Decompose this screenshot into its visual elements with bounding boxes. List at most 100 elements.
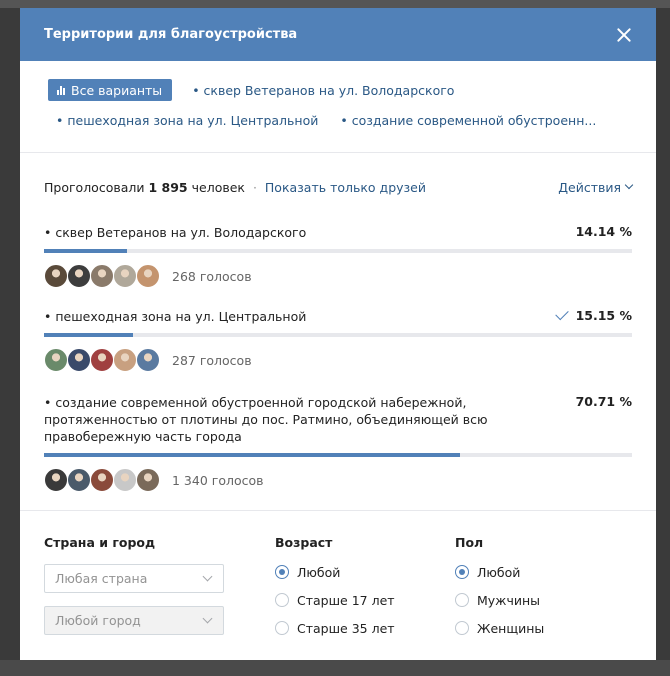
answer-head: • пешеходная зона на ул. Центральной 15.… (44, 306, 632, 325)
answer-percent: 70.71 % (576, 394, 632, 409)
answer-text: • сквер Ветеранов на ул. Володарского (44, 225, 307, 240)
answer-filter-row-2: • пешеходная зона на ул. Центральной • с… (48, 109, 632, 131)
chevron-down-icon (202, 613, 213, 624)
voter-avatars[interactable] (44, 468, 160, 492)
radio-icon[interactable] (275, 593, 289, 607)
votes-count[interactable]: 1 340 голосов (172, 473, 264, 488)
voted-summary: Проголосовали 1 895 человек · Показать т… (44, 180, 426, 195)
location-filter-title: Страна и город (44, 535, 156, 550)
background-strip-bottom (0, 660, 670, 676)
actions-label: Действия (558, 179, 621, 195)
close-icon[interactable] (616, 27, 632, 43)
voter-filters: Страна и город Любая страна Любой город … (20, 511, 656, 648)
sex-option-female[interactable]: Женщины (455, 620, 615, 636)
sex-option-male[interactable]: Мужчины (455, 592, 615, 608)
avatar[interactable] (67, 264, 91, 288)
age-option-any[interactable]: Любой (275, 564, 455, 580)
voted-count: 1 895 (148, 179, 188, 195)
show-friends-link[interactable]: Показать только друзей (265, 180, 426, 195)
country-select[interactable]: Любая страна (44, 564, 224, 593)
answer-filter-block: Все варианты • сквер Ветеранов на ул. Во… (20, 61, 656, 153)
radio-icon[interactable] (455, 621, 469, 635)
voted-suffix: человек (191, 179, 245, 195)
age-option-label: Любой (297, 564, 341, 580)
age-filter: Возраст Любой Старше 17 лет Старше 35 ле… (275, 535, 455, 648)
radio-icon[interactable] (275, 621, 289, 635)
answer-head: • сквер Ветеранов на ул. Володарского 14… (44, 224, 632, 241)
answer-percent-label: 70.71 % (575, 394, 632, 409)
answer-percent: 14.14 % (576, 224, 632, 239)
location-filter: Страна и город Любая страна Любой город (44, 535, 275, 648)
actions-dropdown[interactable]: Действия (558, 179, 634, 195)
avatar[interactable] (44, 264, 68, 288)
avatar[interactable] (113, 348, 137, 372)
answer-item: • создание современной обустроенной горо… (44, 394, 632, 492)
answer-progress-bar (44, 333, 632, 337)
chevron-down-icon (624, 180, 634, 190)
age-option-label: Старше 35 лет (297, 620, 395, 636)
city-select-value: Любой город (55, 613, 141, 628)
age-option-label: Старше 17 лет (297, 592, 395, 608)
avatar[interactable] (67, 468, 91, 492)
avatar[interactable] (90, 264, 114, 288)
avatar[interactable] (136, 468, 160, 492)
answer-item: • сквер Ветеранов на ул. Володарского 14… (44, 224, 632, 288)
answer-voters: 287 голосов (44, 348, 632, 372)
answer-head: • создание современной обустроенной горо… (44, 394, 632, 445)
voted-prefix: Проголосовали (44, 179, 145, 195)
sex-option-label: Женщины (477, 620, 545, 636)
avatar[interactable] (113, 468, 137, 492)
answer-filter-link-2[interactable]: • пешеходная зона на ул. Центральной (56, 113, 318, 128)
voter-avatars[interactable] (44, 348, 160, 372)
votes-count[interactable]: 268 голосов (172, 269, 252, 284)
sex-option-label: Любой (477, 564, 521, 580)
avatar[interactable] (113, 264, 137, 288)
answer-progress-fill (44, 249, 128, 253)
answer-progress-fill (44, 333, 134, 337)
background-strip-top (0, 0, 670, 8)
avatar[interactable] (44, 468, 68, 492)
chevron-down-icon (202, 571, 213, 582)
answer-percent-label: 14.14 % (575, 224, 632, 239)
sex-filter: Пол Любой Мужчины Женщины (455, 535, 615, 648)
answer-percent-label: 15.15 % (575, 308, 632, 323)
modal-header: Территории для благоустройства (20, 8, 656, 61)
radio-icon[interactable] (455, 565, 469, 579)
all-variants-label: Все варианты (71, 82, 163, 98)
avatar[interactable] (44, 348, 68, 372)
all-variants-button[interactable]: Все варианты (48, 79, 173, 101)
voter-avatars[interactable] (44, 264, 160, 288)
answer-progress-fill (44, 453, 460, 457)
answer-percent: 15.15 % (554, 306, 632, 323)
bar-chart-icon (57, 85, 65, 95)
avatar[interactable] (90, 348, 114, 372)
sex-filter-title: Пол (455, 535, 484, 550)
poll-results: Проголосовали 1 895 человек · Показать т… (20, 153, 656, 511)
age-option-35[interactable]: Старше 35 лет (275, 620, 455, 636)
avatar[interactable] (136, 264, 160, 288)
answer-item: • пешеходная зона на ул. Центральной 15.… (44, 306, 632, 372)
answer-progress-bar (44, 249, 632, 253)
avatar[interactable] (136, 348, 160, 372)
answer-progress-bar (44, 453, 632, 457)
sex-option-any[interactable]: Любой (455, 564, 615, 580)
check-icon (554, 306, 569, 321)
answer-filter-link-1[interactable]: • сквер Ветеранов на ул. Володарского (192, 83, 454, 98)
poll-summary: Проголосовали 1 895 человек · Показать т… (44, 179, 634, 195)
age-option-17[interactable]: Старше 17 лет (275, 592, 455, 608)
radio-icon[interactable] (455, 593, 469, 607)
answer-filter-row-1: Все варианты • сквер Ветеранов на ул. Во… (48, 79, 632, 101)
avatar[interactable] (67, 348, 91, 372)
age-filter-title: Возраст (275, 535, 333, 550)
poll-results-modal: Территории для благоустройства Все вариа… (20, 8, 656, 660)
radio-icon[interactable] (275, 565, 289, 579)
country-select-value: Любая страна (55, 571, 148, 586)
votes-count[interactable]: 287 голосов (172, 353, 252, 368)
city-select[interactable]: Любой город (44, 606, 224, 635)
answer-filter-link-3[interactable]: • создание современной обустроенн... (340, 113, 596, 128)
avatar[interactable] (90, 468, 114, 492)
modal-title: Территории для благоустройства (44, 27, 298, 42)
answer-voters: 268 голосов (44, 264, 632, 288)
answer-voters: 1 340 голосов (44, 468, 632, 492)
answer-text: • создание современной обустроенной горо… (44, 395, 488, 444)
